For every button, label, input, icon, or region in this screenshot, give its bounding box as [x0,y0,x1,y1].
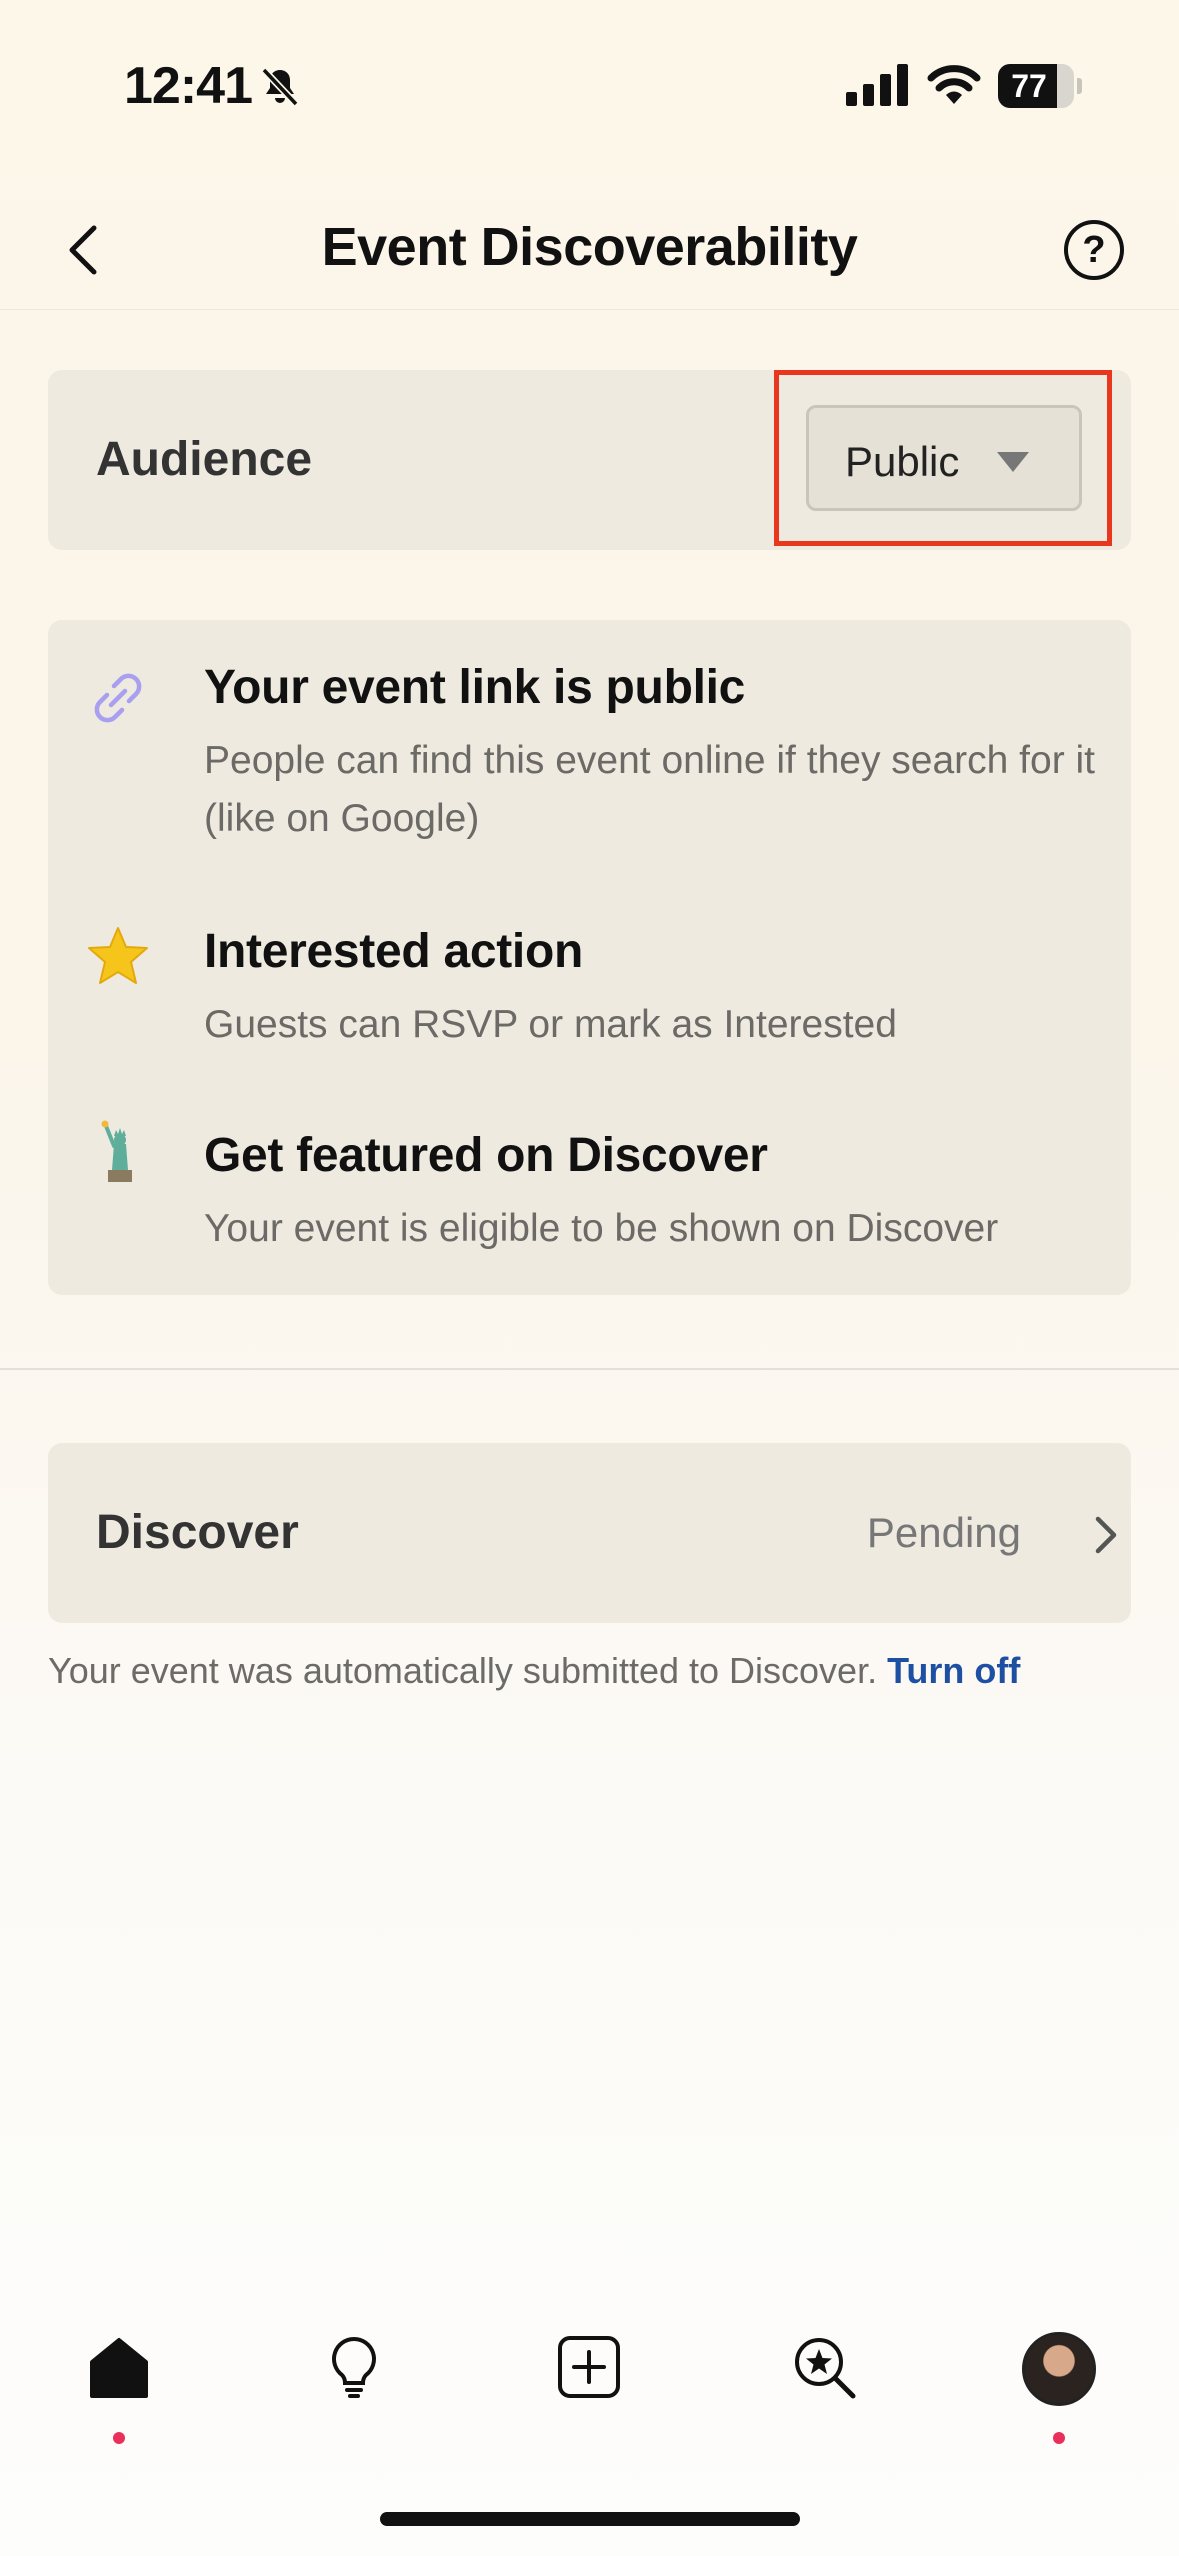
star-icon [88,927,148,984]
audience-dropdown-value: Public [845,438,960,485]
discover-row[interactable]: Discover Pending [48,1443,1131,1623]
bottom-tab-bar [0,2320,1179,2460]
section-divider [0,1368,1179,1370]
notification-dot [1053,2432,1065,2444]
discover-status: Pending [866,1509,1021,1556]
avatar [1022,2332,1096,2406]
help-button[interactable]: ? [1064,220,1124,280]
wifi-icon [927,65,981,104]
tab-profile[interactable] [994,2320,1124,2460]
info-description: Guests can RSVP or mark as Interested [204,1003,897,1046]
info-title: Get featured on Discover [204,1129,768,1182]
status-time: 12:41 [124,57,253,115]
tab-home[interactable] [54,2320,184,2460]
visibility-info-card: Your event link is public People can fin… [48,620,1131,1295]
status-bar: 12:41 77 [0,0,1179,170]
battery-indicator: 77 [998,64,1082,108]
info-title: Interested action [204,925,583,978]
statue-of-liberty-icon [101,1120,132,1182]
tab-discover[interactable] [759,2320,889,2460]
audience-dropdown[interactable]: Public [806,405,1082,511]
discover-search-icon [795,2338,856,2399]
discover-label: Discover [96,1506,299,1559]
page-title: Event Discoverability [321,217,858,277]
info-description: Your event is eligible to be shown on Di… [204,1207,999,1250]
bell-off-icon [261,67,299,107]
footnote-text: Your event was automatically submitted t… [48,1650,878,1691]
turn-off-link[interactable]: Turn off [887,1650,1020,1691]
lightbulb-icon [332,2336,376,2398]
info-description: People can find this event online if the… [204,739,1096,840]
caret-down-icon [997,452,1029,472]
battery-percentage: 77 [1011,68,1047,104]
link-icon [94,673,142,723]
plus-square-icon [558,2336,620,2398]
tab-ideas[interactable] [289,2320,419,2460]
chevron-right-icon [1095,1516,1117,1554]
signal-icon [846,64,908,106]
home-indicator [380,2512,800,2526]
tab-create[interactable] [524,2320,654,2460]
notification-dot [113,2432,125,2444]
discover-footnote: Your event was automatically submitted t… [48,1650,1020,1692]
nav-header: Event Discoverability ? [0,190,1179,310]
info-title: Your event link is public [204,661,746,714]
home-icon [90,2338,148,2398]
audience-label: Audience [96,433,313,486]
